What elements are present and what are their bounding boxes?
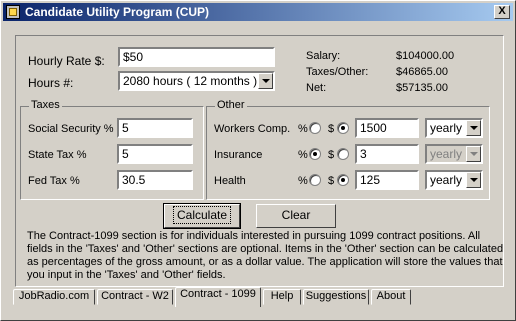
net-value: $57135.00 (396, 82, 448, 94)
insurance-dollar-radio[interactable] (337, 148, 349, 160)
salary-value: $104000.00 (396, 50, 455, 62)
chevron-down-icon (466, 146, 481, 162)
salary-label: Salary: (306, 50, 341, 62)
workers-comp-percent-symbol: % (298, 123, 308, 135)
clear-button[interactable]: Clear (256, 204, 336, 228)
insurance-period-value: yearly (430, 147, 463, 161)
tab-contract-w2[interactable]: Contract - W2 (97, 289, 173, 305)
insurance-percent-radio[interactable] (309, 148, 321, 160)
health-percent-radio[interactable] (309, 174, 321, 186)
fed-tax-input[interactable]: 30.5 (117, 170, 193, 190)
chevron-down-icon[interactable] (466, 172, 481, 188)
insurance-dollar-symbol: $ (328, 149, 335, 161)
social-security-input[interactable]: 5 (117, 118, 193, 138)
fed-tax-label: Fed Tax % (28, 175, 80, 187)
health-dollar-symbol: $ (328, 175, 335, 187)
tab-help[interactable]: Help (263, 289, 301, 305)
workers-comp-dollar-radio[interactable] (337, 122, 349, 134)
taxes-group: Taxes Social Security % 5 State Tax % 5 … (20, 99, 204, 200)
taxes-other-label: Taxes/Other: (306, 66, 369, 78)
health-input[interactable]: 125 (355, 170, 419, 190)
insurance-input[interactable]: 3 (355, 144, 419, 164)
health-period-value: yearly (430, 173, 463, 187)
workers-comp-dollar-symbol: $ (328, 123, 335, 135)
chevron-down-icon[interactable] (258, 73, 273, 89)
app-icon (6, 5, 20, 19)
health-period-select[interactable]: yearly (425, 170, 483, 190)
health-label: Health (214, 175, 246, 187)
state-tax-label: State Tax % (28, 149, 87, 161)
tab-about[interactable]: About (371, 289, 411, 305)
tab-suggestions[interactable]: Suggestions (303, 289, 369, 305)
description-text: The Contract-1099 section is for individ… (27, 230, 504, 281)
net-label: Net: (306, 82, 327, 94)
workers-comp-input[interactable]: 1500 (355, 118, 419, 138)
hours-label: Hours #: (28, 76, 74, 90)
app-window: Candidate Utility Program (CUP) X Hourly… (0, 0, 516, 321)
calculate-button-label: Calculate (172, 206, 232, 224)
other-group-title: Other (215, 99, 247, 111)
tab-contract-1099[interactable]: Contract - 1099 (175, 287, 261, 307)
hourly-rate-label: Hourly Rate $: (28, 54, 105, 68)
workers-comp-label: Workers Comp. (214, 123, 291, 135)
tab-jobradio[interactable]: JobRadio.com (13, 289, 95, 305)
insurance-period-select: yearly (425, 144, 483, 164)
other-group: Other Workers Comp. % $ 1500 yearly Insu… (206, 99, 490, 200)
close-button[interactable]: X (494, 5, 510, 19)
insurance-label: Insurance (214, 149, 263, 161)
health-dollar-radio[interactable] (337, 174, 349, 186)
calculate-button[interactable]: Calculate (163, 203, 241, 229)
taxes-group-title: Taxes (29, 99, 62, 111)
workers-comp-percent-radio[interactable] (309, 122, 321, 134)
state-tax-input[interactable]: 5 (117, 144, 193, 164)
chevron-down-icon[interactable] (466, 120, 481, 136)
insurance-percent-symbol: % (298, 149, 308, 161)
hours-select[interactable]: 2080 hours ( 12 months ) (118, 71, 275, 91)
title-bar[interactable]: Candidate Utility Program (CUP) X (3, 3, 513, 21)
social-security-label: Social Security % (28, 123, 114, 135)
hourly-rate-input[interactable]: $50 (118, 47, 275, 67)
hours-select-value: 2080 hours ( 12 months ) (123, 74, 258, 88)
health-percent-symbol: % (298, 175, 308, 187)
workers-comp-period-value: yearly (430, 121, 463, 135)
workers-comp-period-select[interactable]: yearly (425, 118, 483, 138)
window-title: Candidate Utility Program (CUP) (25, 5, 210, 19)
taxes-other-value: $46865.00 (396, 66, 448, 78)
